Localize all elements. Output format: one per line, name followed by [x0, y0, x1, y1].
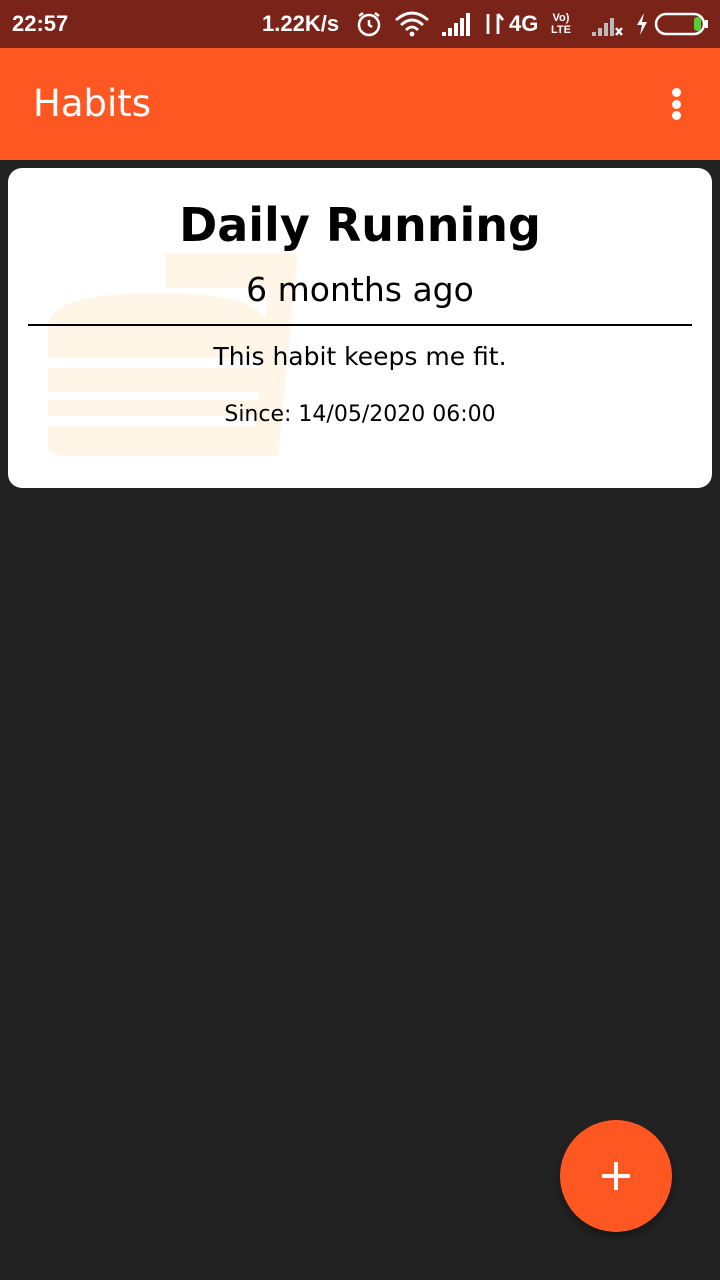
plus-icon — [602, 1162, 630, 1190]
charging-icon — [637, 13, 647, 35]
card-divider — [28, 324, 692, 326]
volte-icon: Vo) LTE — [551, 12, 571, 36]
habit-description: This habit keeps me fit. — [213, 342, 507, 371]
habit-since-date: Since: 14/05/2020 06:00 — [224, 402, 496, 427]
status-time: 22:57 — [12, 11, 69, 36]
signal-icon — [442, 13, 470, 36]
more-options-button[interactable] — [656, 82, 696, 126]
data-arrows-icon — [486, 13, 505, 34]
menu-dot — [671, 111, 681, 120]
add-habit-button[interactable] — [560, 1120, 672, 1232]
more-vertical-icon — [671, 88, 681, 97]
habit-name: Daily Running — [179, 198, 541, 252]
network-type: 4G — [509, 11, 539, 36]
app-title: Habits — [33, 82, 152, 125]
no-signal-icon — [592, 18, 623, 36]
status-bar: 22:57 1.22K/s 4G Vo) LTE — [0, 0, 720, 48]
network-speed: 1.22K/s — [262, 11, 340, 36]
menu-dot — [671, 99, 681, 109]
wifi-icon — [395, 11, 429, 37]
volte-bottom: LTE — [551, 24, 571, 36]
habit-card[interactable]: Daily Running 6 months ago This habit ke… — [8, 168, 712, 488]
app-bar: Habits — [0, 48, 720, 160]
battery-icon — [654, 12, 708, 36]
volte-top: Vo) — [552, 12, 570, 24]
alarm-icon — [357, 12, 381, 37]
habit-time-ago: 6 months ago — [246, 270, 474, 309]
